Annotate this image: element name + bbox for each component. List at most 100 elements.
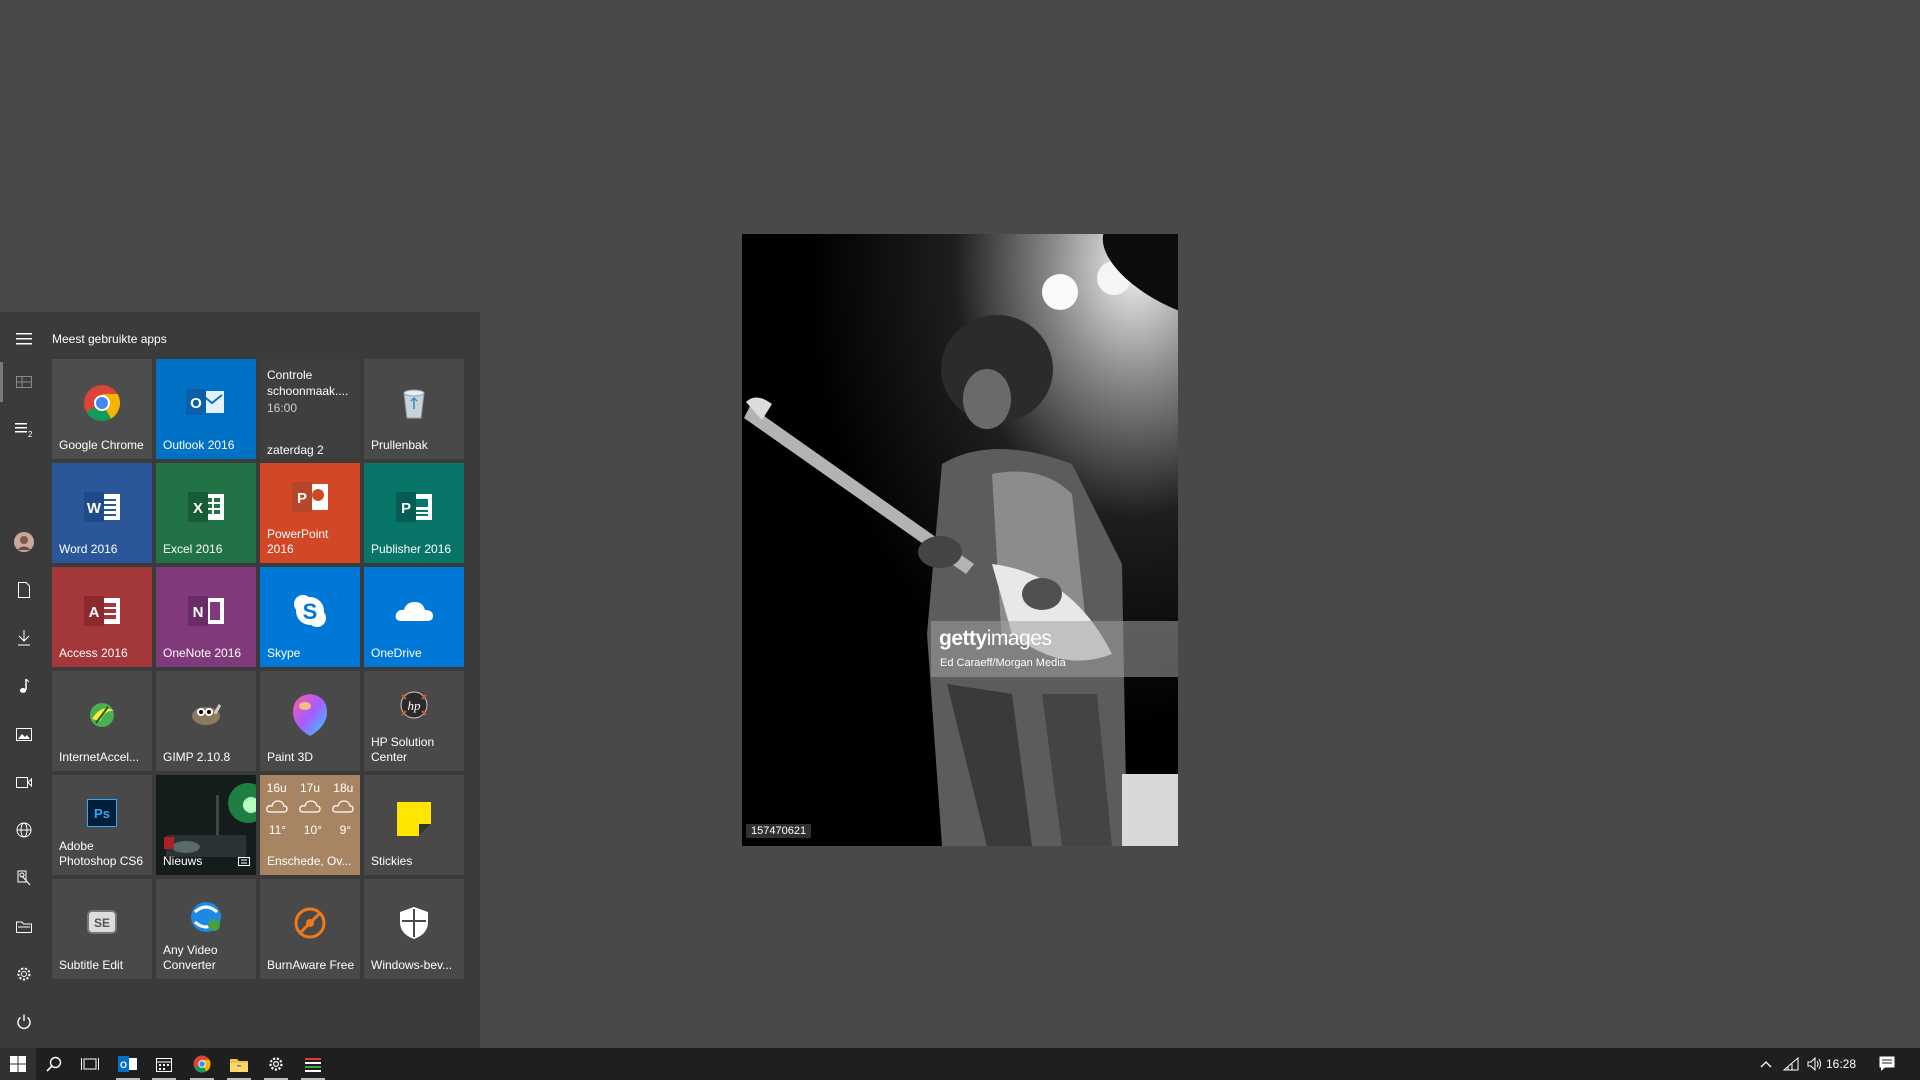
tile-word[interactable]: W Word 2016: [52, 463, 152, 563]
tile-label: Outlook 2016: [163, 438, 235, 452]
tile-label: OneDrive: [371, 646, 422, 660]
tile-access[interactable]: A Access 2016: [52, 567, 152, 667]
excel-icon: X: [188, 492, 224, 522]
network-icon[interactable]: [0, 810, 48, 850]
tile-nieuws[interactable]: Nieuws: [156, 775, 256, 875]
tile-label: Google Chrome: [59, 438, 144, 452]
taskbar: O 16:28: [0, 1048, 1920, 1080]
tile-stickies[interactable]: Stickies: [364, 775, 464, 875]
tile-outlook[interactable]: O Outlook 2016: [156, 359, 256, 459]
calendar-event-title: Controle schoonmaak....: [267, 368, 349, 398]
calendar-event-time: 16:00: [267, 401, 298, 415]
defender-shield-icon: [400, 907, 428, 939]
tile-internetaccel[interactable]: InternetAccel...: [52, 671, 152, 771]
file-explorer-icon[interactable]: [0, 906, 48, 946]
svg-text:W: W: [87, 500, 102, 517]
start-rail: 2: [0, 312, 48, 1048]
personal-folder-icon[interactable]: [0, 858, 48, 898]
tile-onenote[interactable]: N OneNote 2016: [156, 567, 256, 667]
pictures-icon[interactable]: [0, 714, 48, 754]
app-list-icon[interactable]: 2: [0, 410, 48, 450]
tile-google-chrome[interactable]: Google Chrome: [52, 359, 152, 459]
tiles-view-icon[interactable]: [0, 362, 48, 402]
svg-text:P: P: [297, 490, 307, 507]
settings-taskbar-icon[interactable]: [258, 1048, 294, 1080]
file-explorer-taskbar-icon[interactable]: [221, 1048, 257, 1080]
any-video-converter-icon: [191, 902, 221, 932]
weather-hour-1: 16u: [266, 781, 287, 795]
tile-gimp[interactable]: GIMP 2.10.8: [156, 671, 256, 771]
tile-paint3d[interactable]: Paint 3D: [260, 671, 360, 771]
hp-solution-icon: hp: [400, 691, 428, 719]
recycle-bin-icon: [403, 389, 425, 419]
powerpoint-icon: P: [292, 482, 328, 512]
weather-temp-2: 10°: [303, 823, 322, 837]
tile-excel[interactable]: X Excel 2016: [156, 463, 256, 563]
tile-label: Adobe Photoshop CS6: [59, 839, 144, 868]
music-icon[interactable]: [0, 666, 48, 706]
tile-skype[interactable]: S Skype: [260, 567, 360, 667]
weather-hour-3: 18u: [333, 781, 354, 795]
user-avatar[interactable]: [0, 522, 48, 562]
tile-label: Publisher 2016: [371, 542, 452, 556]
start-button[interactable]: [0, 1048, 36, 1080]
tile-recycle-bin[interactable]: Prullenbak: [364, 359, 464, 459]
hamburger-menu-icon[interactable]: [0, 319, 48, 359]
svg-text:P: P: [401, 500, 411, 517]
tile-label: BurnAware Free: [267, 958, 355, 972]
weather-icons: [260, 799, 360, 813]
onedrive-icon: [395, 602, 433, 621]
task-view-icon[interactable]: [72, 1048, 108, 1080]
tile-powerpoint[interactable]: P PowerPoint 2016: [260, 463, 360, 563]
tile-label: PowerPoint 2016: [267, 527, 329, 556]
tile-hp-solution-center[interactable]: hp HP Solution Center: [364, 671, 464, 771]
svg-text:SE: SE: [94, 916, 110, 930]
weather-temp-3: 9°: [339, 823, 352, 837]
tile-calendar[interactable]: Controle schoonmaak.... 16:00 zaterdag 2: [260, 359, 360, 459]
tile-photoshop[interactable]: Ps Adobe Photoshop CS6: [52, 775, 152, 875]
search-icon[interactable]: [36, 1048, 72, 1080]
publisher-icon: P: [396, 492, 432, 522]
documents-icon[interactable]: [0, 570, 48, 610]
downloads-icon[interactable]: [0, 618, 48, 658]
app-taskbar-icon[interactable]: [295, 1048, 331, 1080]
tile-burnaware[interactable]: BurnAware Free: [260, 879, 360, 979]
calendar-taskbar-icon[interactable]: [146, 1048, 182, 1080]
tile-label: Word 2016: [59, 542, 118, 556]
svg-text:S: S: [303, 599, 318, 624]
watermark-logo: gettyimages: [939, 627, 1052, 650]
chrome-taskbar-icon[interactable]: [184, 1048, 220, 1080]
onenote-icon: N: [188, 596, 224, 626]
svg-text:O: O: [190, 395, 202, 412]
outlook-icon: O: [186, 389, 224, 415]
tile-subtitle-edit[interactable]: SE Subtitle Edit: [52, 879, 152, 979]
videos-icon[interactable]: [0, 762, 48, 802]
photoshop-icon: Ps: [87, 799, 117, 827]
tile-publisher[interactable]: P Publisher 2016: [364, 463, 464, 563]
settings-icon[interactable]: [0, 954, 48, 994]
tile-label: InternetAccel...: [59, 750, 140, 764]
power-icon[interactable]: [0, 1002, 48, 1042]
svg-text:O: O: [120, 1060, 127, 1070]
tile-weather[interactable]: 16u 17u 18u 11° 10° 9° Enschede, Ov...: [260, 775, 360, 875]
tile-label: Nieuws: [163, 854, 203, 868]
svg-text:Ps: Ps: [94, 806, 110, 821]
access-icon: A: [84, 596, 120, 626]
start-menu-group-title: Meest gebruikte apps: [52, 332, 167, 346]
tile-any-video-converter[interactable]: Any Video Converter: [156, 879, 256, 979]
gimp-icon: [192, 704, 222, 725]
tile-label: OneNote 2016: [163, 646, 242, 660]
notifications-icon[interactable]: [1870, 1048, 1904, 1080]
tile-label: Subtitle Edit: [59, 958, 124, 972]
photo-viewer: gettyimages Ed Caraeff/Morgan Media 1574…: [742, 234, 1178, 846]
tile-label: HP Solution Center: [371, 735, 435, 764]
tile-onedrive[interactable]: OneDrive: [364, 567, 464, 667]
weather-hours: 16u 17u 18u: [260, 781, 360, 795]
outlook-taskbar-icon[interactable]: O: [110, 1048, 146, 1080]
taskbar-clock[interactable]: 16:28: [1826, 1057, 1856, 1071]
start-menu: 2 Meest gebruikte apps Google Chrome O O…: [0, 312, 480, 1048]
concert-photo: [742, 234, 1178, 846]
tile-windows-defender[interactable]: Windows-bev...: [364, 879, 464, 979]
cloud-icon: [299, 800, 321, 813]
weather-temp-1: 11°: [268, 823, 287, 837]
